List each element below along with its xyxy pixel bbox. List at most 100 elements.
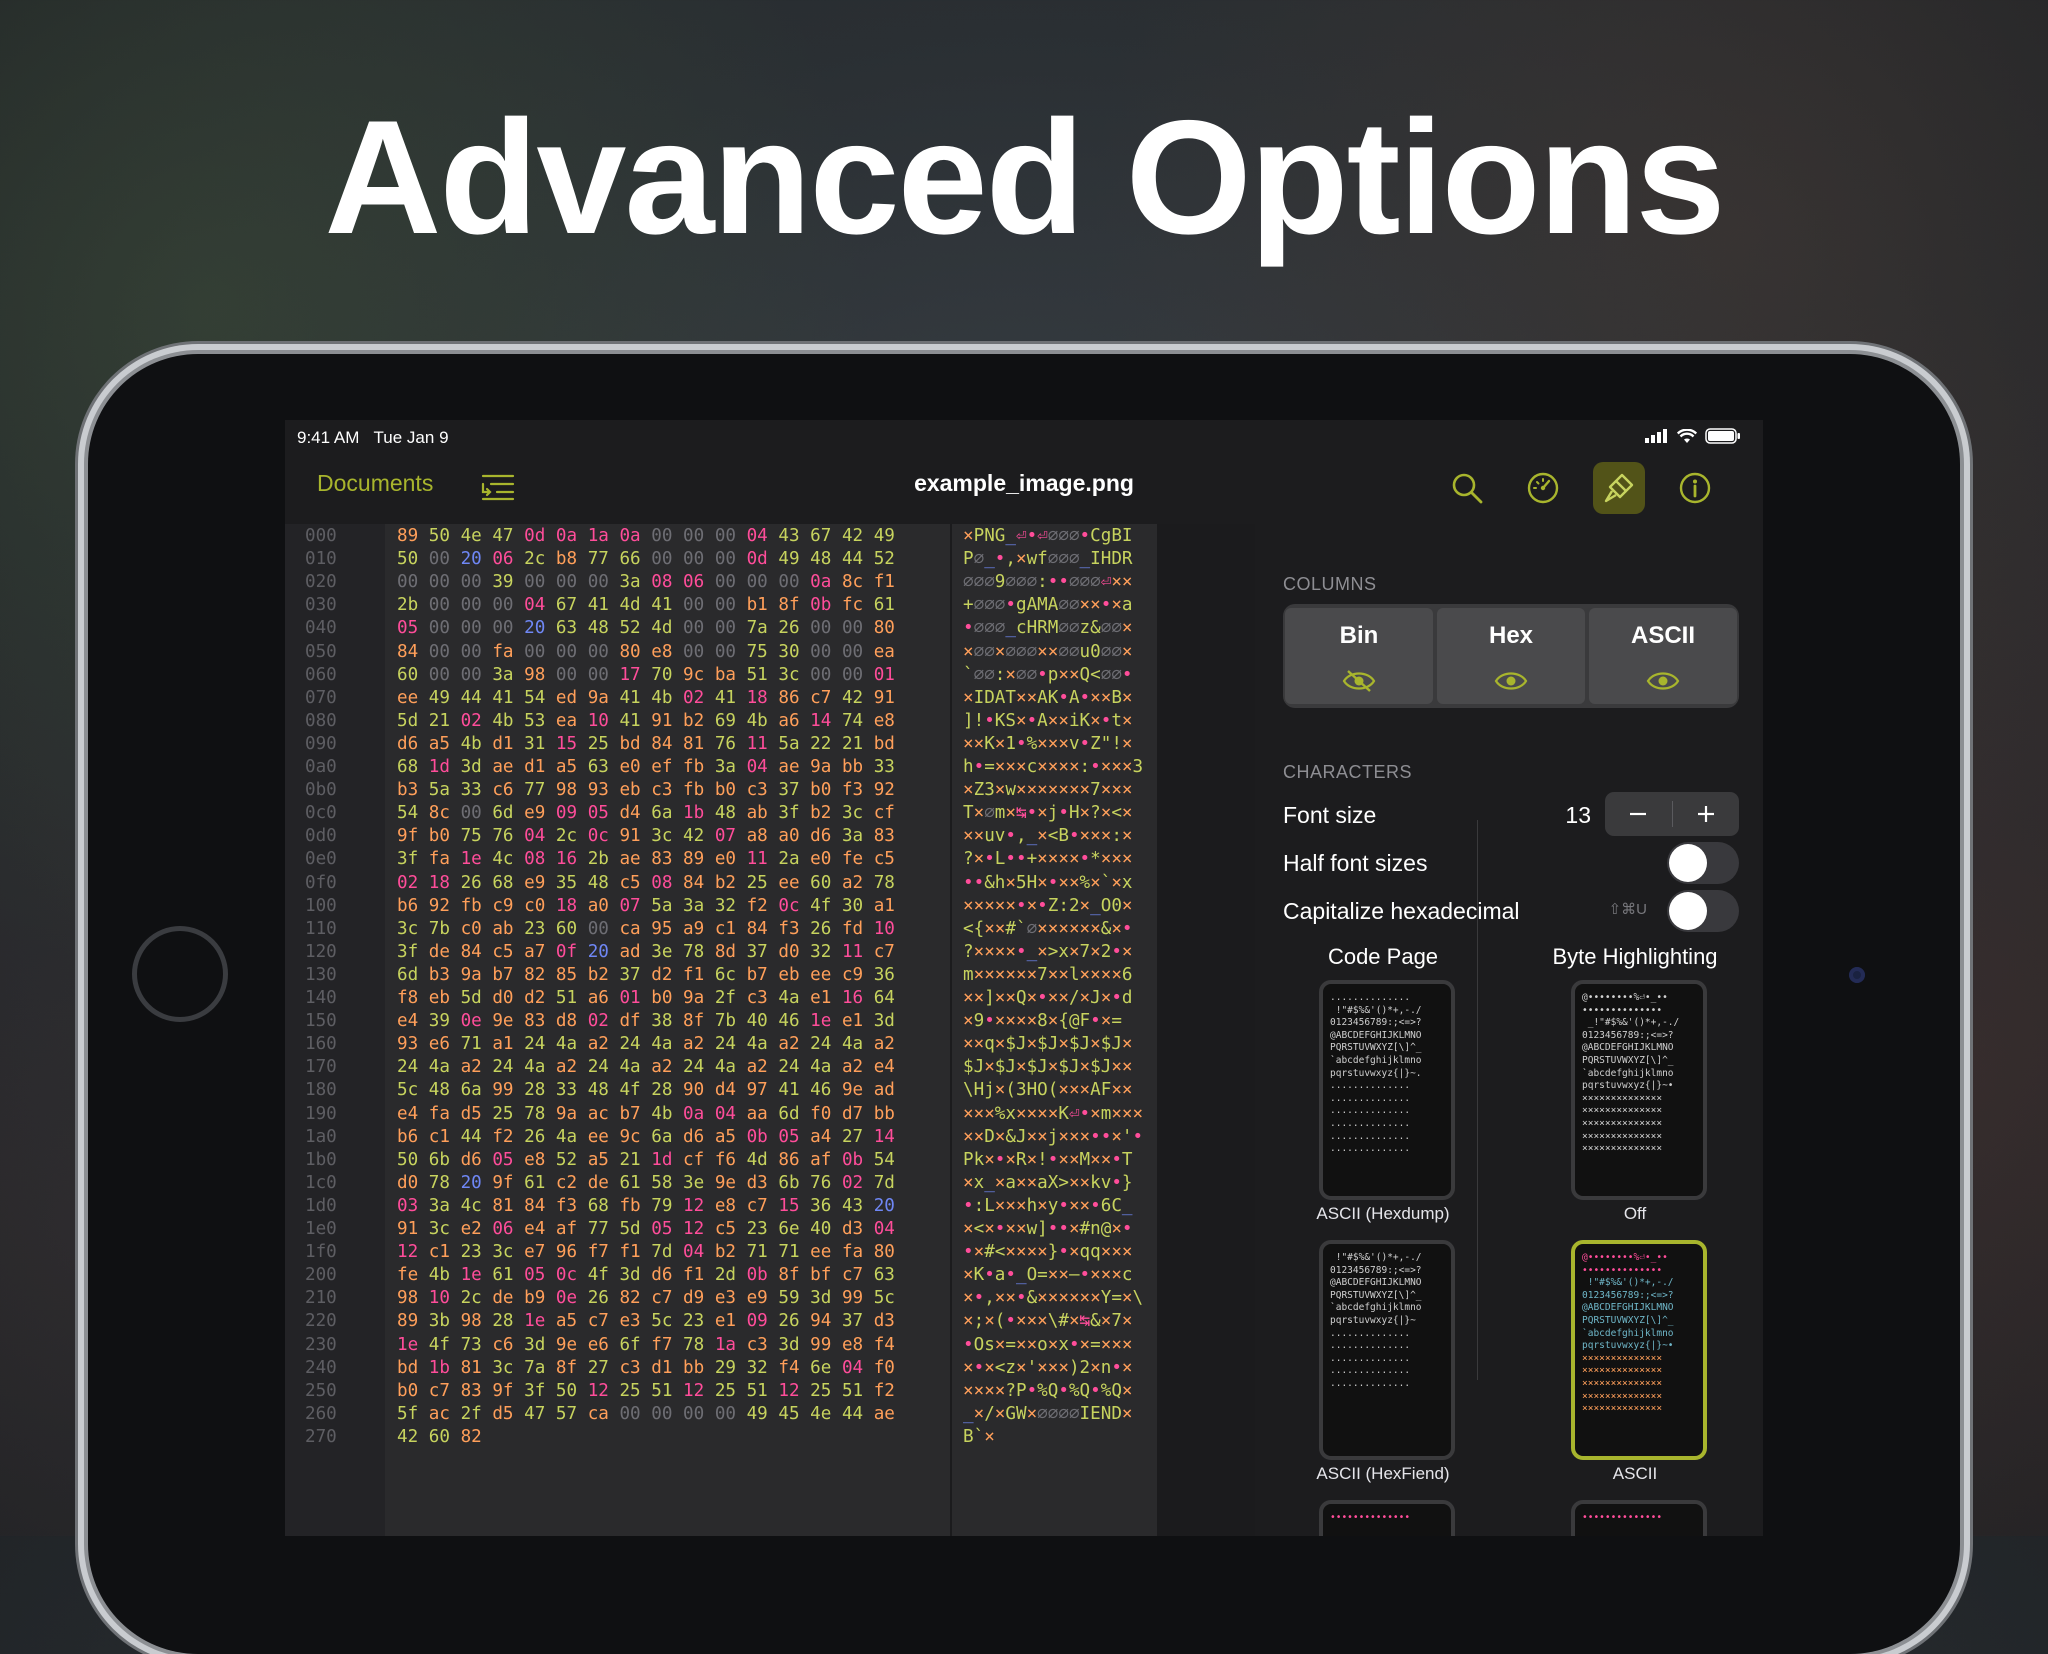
row-ascii[interactable]: m××××××7××l××××6 [963, 965, 1133, 988]
row-ascii[interactable]: •Os×=××o×x•×=××× [963, 1335, 1133, 1358]
row-hex-bytes[interactable]: 2b 00 00 00 04 67 41 4d 41 00 00 b1 8f 0… [397, 595, 895, 618]
row-ascii[interactable]: ××q×$J×$J×$J×$J× [963, 1034, 1133, 1057]
row-ascii[interactable]: `∅∅:×∅∅•p××Q<∅∅• [963, 665, 1133, 688]
row-ascii[interactable]: ?×•L••+××××•*××× [963, 849, 1133, 872]
row-ascii[interactable]: ××]××Q×•××/×J×•d [963, 988, 1133, 1011]
row-hex-bytes[interactable]: 12 c1 23 3c e7 96 f7 f1 7d 04 b2 71 71 e… [397, 1242, 895, 1265]
row-ascii[interactable]: ×××%x××××K⏎•×m××× [963, 1104, 1143, 1127]
row-hex-bytes[interactable]: 9f b0 75 76 04 2c 0c 91 3c 42 07 a8 a0 d… [397, 826, 895, 849]
row-offset: 0f0 [305, 872, 337, 893]
row-ascii[interactable]: ×Z3×w×××××××7××× [963, 780, 1133, 803]
row-ascii[interactable]: ×K•a•_O=××–•×××c [963, 1265, 1133, 1288]
row-ascii[interactable]: ×;×(•×××\#×↹&×7× [963, 1311, 1133, 1334]
row-hex-bytes[interactable]: 42 60 82 [397, 1427, 482, 1450]
row-hex-bytes[interactable]: e4 fa d5 25 78 9a ac b7 4b 0a 04 aa 6d f… [397, 1104, 895, 1127]
row-ascii[interactable]: ×9•××××8×{@F•×= [963, 1011, 1122, 1034]
row-ascii[interactable]: ×××××•×•Z:2×_O0× [963, 896, 1133, 919]
row-hex-bytes[interactable]: 3f de 84 c5 a7 0f 20 ad 3e 78 8d 37 d0 3… [397, 942, 895, 965]
row-hex-bytes[interactable]: 02 18 26 68 e9 35 48 c5 08 84 b2 25 ee 6… [397, 873, 895, 896]
row-hex-bytes[interactable]: 3f fa 1e 4c 08 16 2b ae 83 89 e0 11 2a e… [397, 849, 895, 872]
row-hex-bytes[interactable]: b3 5a 33 c6 77 98 93 eb c3 fb b0 c3 37 b… [397, 780, 895, 803]
row-ascii[interactable]: ×PNG_⏎•⏎∅∅∅•CgBI [963, 526, 1133, 549]
row-ascii[interactable]: Pk×•×R×!•××M××•T [963, 1150, 1133, 1173]
column-toggle-hex[interactable]: Hex [1437, 608, 1585, 704]
row-hex-bytes[interactable]: d0 78 20 9f 61 c2 de 61 58 3e 9e d3 6b 7… [397, 1173, 895, 1196]
row-hex-bytes[interactable]: 50 6b d6 05 e8 52 a5 21 1d cf f6 4d 86 a… [397, 1150, 895, 1173]
row-ascii[interactable]: +∅∅∅•gAMA∅∅××•×a [963, 595, 1133, 618]
row-ascii[interactable]: ×•,××•&××××××Y=×\ [963, 1288, 1143, 1311]
row-hex-bytes[interactable]: b0 c7 83 9f 3f 50 12 25 51 12 25 51 12 2… [397, 1381, 895, 1404]
column-toggle-bin[interactable]: Bin [1285, 608, 1433, 704]
row-hex-bytes[interactable]: b6 92 fb c9 c0 18 a0 07 5a 3a 32 f2 0c 4… [397, 896, 895, 919]
row-hex-bytes[interactable]: 1e 4f 73 c6 3d 9e e6 6f f7 78 1a c3 3d 9… [397, 1335, 895, 1358]
row-ascii[interactable]: _×/×GW×∅∅∅∅IEND× [963, 1404, 1133, 1427]
row-hex-bytes[interactable]: 24 4a a2 24 4a a2 24 4a a2 24 4a a2 24 4… [397, 1057, 895, 1080]
row-hex-bytes[interactable]: 89 3b 98 28 1e a5 c7 e3 5c 23 e1 09 26 9… [397, 1311, 895, 1334]
row-hex-bytes[interactable]: ee 49 44 41 54 ed 9a 41 4b 02 41 18 86 c… [397, 688, 895, 711]
decrement-button[interactable] [1605, 792, 1672, 836]
row-hex-bytes[interactable]: 68 1d 3d ae d1 a5 63 e0 ef fb 3a 04 ae 9… [397, 757, 895, 780]
row-hex-bytes[interactable]: 98 10 2c de b9 0e 26 82 c7 d9 e3 e9 59 3… [397, 1288, 895, 1311]
row-ascii[interactable]: •∅∅∅_cHRM∅∅z&∅∅× [963, 618, 1133, 641]
row-ascii[interactable]: \Hj×(3HO(×××AF×× [963, 1080, 1133, 1103]
row-hex-bytes[interactable]: 5f ac 2f d5 47 57 ca 00 00 00 00 49 45 4… [397, 1404, 895, 1427]
row-hex-bytes[interactable]: b6 c1 44 f2 26 4a ee 9c 6a d6 a5 0b 05 a… [397, 1127, 895, 1150]
row-hex-bytes[interactable]: 54 8c 00 6d e9 09 05 d4 6a 1b 48 ab 3f b… [397, 803, 895, 826]
row-ascii[interactable]: ×IDAT××AK•A•××B× [963, 688, 1133, 711]
row-hex-bytes[interactable]: 60 00 00 3a 98 00 00 17 70 9c ba 51 3c 0… [397, 665, 895, 688]
columns-segmented-control: Bin Hex ASCII [1283, 604, 1739, 708]
row-ascii[interactable]: ∅∅∅9∅∅∅:••∅∅∅⏎×× [963, 572, 1133, 595]
row-hex-bytes[interactable]: 89 50 4e 47 0d 0a 1a 0a 00 00 00 04 43 6… [397, 526, 895, 549]
row-hex-bytes[interactable]: e4 39 0e 9e 83 d8 02 df 38 8f 7b 40 46 1… [397, 1011, 895, 1034]
row-ascii[interactable]: ××uv•,_×<B•×××:× [963, 826, 1133, 849]
row-ascii[interactable]: ××D×&J××j×××••×'• [963, 1127, 1143, 1150]
row-ascii[interactable]: $J×$J×$J×$J×$J×× [963, 1057, 1133, 1080]
row-ascii[interactable]: ×<×•××w]••×#n@×• [963, 1219, 1133, 1242]
row-ascii[interactable]: •:L×××h×y•××•6C_ [963, 1196, 1133, 1219]
row-hex-bytes[interactable]: d6 a5 4b d1 31 15 25 bd 84 81 76 11 5a 2… [397, 734, 895, 757]
row-hex-bytes[interactable]: 5d 21 02 4b 53 ea 10 41 91 b2 69 4b a6 1… [397, 711, 895, 734]
row-hex-bytes[interactable]: 03 3a 4c 81 84 f3 68 fb 79 12 e8 c7 15 3… [397, 1196, 895, 1219]
search-button[interactable] [1441, 462, 1493, 514]
hex-editor[interactable]: 000 89 50 4e 47 0d 0a 1a 0a 00 00 00 04 4… [285, 524, 1255, 1536]
row-hex-bytes[interactable]: 93 e6 71 a1 24 4a a2 24 4a a2 24 4a a2 2… [397, 1034, 895, 1057]
row-ascii[interactable]: <{××#`∅××××××&×• [963, 919, 1133, 942]
info-button[interactable] [1669, 462, 1721, 514]
row-hex-bytes[interactable]: bd 1b 81 3c 7a 8f 27 c3 d1 bb 29 32 f4 6… [397, 1358, 895, 1381]
row-hex-bytes[interactable]: 50 00 20 06 2c b8 77 66 00 00 00 0d 49 4… [397, 549, 895, 572]
row-ascii[interactable]: B`× [963, 1427, 995, 1450]
row-ascii[interactable]: ×x_×a××aX>××kv•} [963, 1173, 1133, 1196]
row-hex-bytes[interactable]: 3c 7b c0 ab 23 60 00 ca 95 a9 c1 84 f3 2… [397, 919, 895, 942]
column-toggle-ascii[interactable]: ASCII [1589, 608, 1737, 704]
row-hex-bytes[interactable]: fe 4b 1e 61 05 0c 4f 3d d6 f1 2d 0b 8f b… [397, 1265, 895, 1288]
row-hex-bytes[interactable]: 84 00 00 fa 00 00 00 80 e8 00 00 75 30 0… [397, 642, 895, 665]
increment-button[interactable] [1673, 792, 1740, 836]
row-ascii[interactable]: •×#<××××}•×qq××× [963, 1242, 1133, 1265]
row-ascii[interactable]: ×∅∅×∅∅∅××∅∅u0∅∅× [963, 642, 1133, 665]
row-ascii[interactable]: ×•×<z×'×××)2×n•× [963, 1358, 1133, 1381]
row-hex-bytes[interactable]: 05 00 00 00 20 63 48 52 4d 00 00 7a 26 0… [397, 618, 895, 641]
row-ascii[interactable]: T×∅m×↹•×j•H×?×<× [963, 803, 1133, 826]
highlight-off-option[interactable]: @••••••••%⏎•_•• •••••••••••••• _!"#$%&'(… [1571, 980, 1707, 1200]
row-ascii[interactable]: h•=×××c××××:•×××3 [963, 757, 1143, 780]
row-ascii[interactable]: ••&h×5H×•××%×`×x [963, 873, 1133, 896]
row-hex-bytes[interactable]: 91 3c e2 06 e4 af 77 5d 05 12 c5 23 6e 4… [397, 1219, 895, 1242]
code-page-hexdump-option[interactable]: .............. !"#$%&'()*+,-./ 012345678… [1319, 980, 1455, 1200]
code-page-hexfiend-option[interactable]: !"#$%&'()*+,-./ 0123456789:;<=>? @ABCDEF… [1319, 1240, 1455, 1460]
row-ascii[interactable]: ××K×1•%×××v•Z"!× [963, 734, 1133, 757]
half-font-toggle[interactable] [1667, 842, 1739, 884]
appearance-button[interactable] [1593, 462, 1645, 514]
highlight-more-option[interactable]: •••••••••••••• [1571, 1500, 1707, 1536]
row-ascii[interactable]: ?××××•_×>x×7×2•× [963, 942, 1133, 965]
highlight-ascii-option[interactable]: @••••••••%⏎•_•• •••••••••••••• !"#$%&'()… [1571, 1240, 1707, 1460]
row-hex-bytes[interactable]: f8 eb 5d d0 d2 51 a6 01 b0 9a 2f c3 4a e… [397, 988, 895, 1011]
row-hex-bytes[interactable]: 5c 48 6a 99 28 33 48 4f 28 90 d4 97 41 4… [397, 1080, 895, 1103]
gauge-button[interactable] [1517, 462, 1569, 514]
row-ascii[interactable]: ××××?P•%Q•%Q•%Q× [963, 1381, 1133, 1404]
row-hex-bytes[interactable]: 6d b3 9a b7 82 85 b2 37 d2 f1 6c b7 eb e… [397, 965, 895, 988]
row-ascii[interactable]: P∅_•,×wf∅∅∅_IHDR [963, 549, 1133, 572]
code-page-more-option[interactable]: •••••••••••••• [1319, 1500, 1455, 1536]
row-hex-bytes[interactable]: 00 00 00 39 00 00 00 3a 08 06 00 00 00 0… [397, 572, 895, 595]
capitalize-toggle[interactable] [1667, 890, 1739, 932]
row-ascii[interactable]: ]!•KS×•A××iK×•t× [963, 711, 1133, 734]
